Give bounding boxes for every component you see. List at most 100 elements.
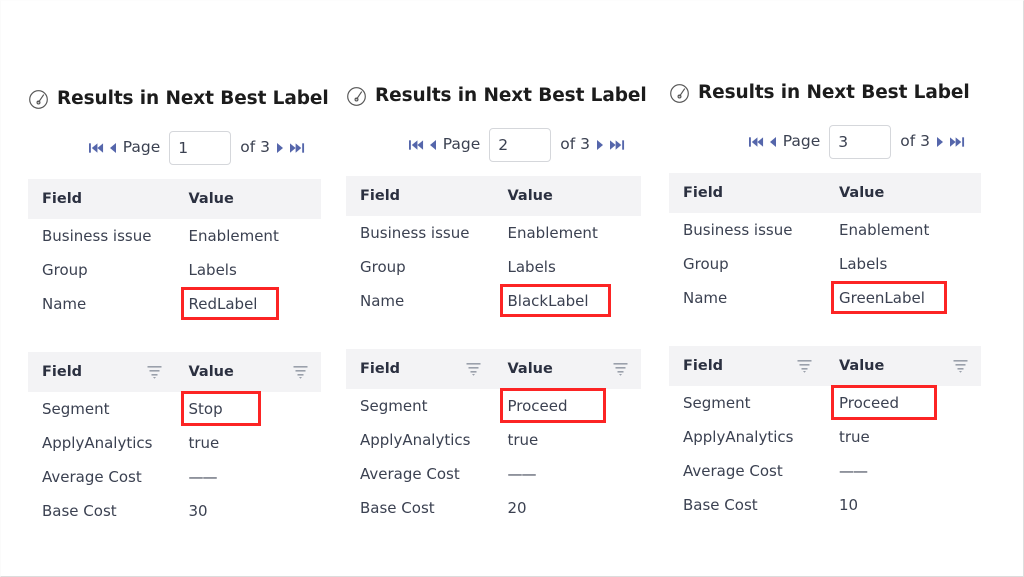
next-page-icon[interactable] bbox=[937, 136, 944, 148]
cell-value: Enablement bbox=[493, 216, 641, 250]
filter-icon[interactable] bbox=[797, 359, 812, 373]
column-header-value[interactable]: Value bbox=[174, 352, 321, 392]
column-header-field[interactable]: Field bbox=[346, 176, 494, 216]
last-page-icon[interactable] bbox=[610, 139, 625, 151]
cell-field: ApplyAnalytics bbox=[346, 423, 494, 457]
table-header-row: Field Value bbox=[346, 176, 641, 216]
filter-icon[interactable] bbox=[293, 365, 308, 379]
cell-field: Base Cost bbox=[346, 491, 494, 525]
table-row: Name BlackLabel bbox=[346, 284, 641, 318]
column-header-value[interactable]: Value bbox=[825, 173, 981, 213]
cell-field: Business issue bbox=[669, 213, 825, 247]
panel-title-text: Results in Next Best Label bbox=[57, 88, 329, 110]
cell-value-highlighted: RedLabel bbox=[174, 287, 321, 321]
column-header-value-label: Value bbox=[507, 361, 553, 377]
panel-title-text: Results in Next Best Label bbox=[698, 82, 970, 104]
page-number-input[interactable] bbox=[829, 125, 892, 159]
cell-field: Name bbox=[346, 284, 494, 318]
column-header-value[interactable]: Value bbox=[493, 349, 641, 389]
cell-value: true bbox=[174, 426, 321, 460]
cell-field: Base Cost bbox=[28, 494, 175, 528]
table-row: Business issue Enablement bbox=[346, 216, 641, 250]
table-row: Business issue Enablement bbox=[669, 213, 981, 247]
next-page-icon[interactable] bbox=[597, 139, 604, 151]
table-row: Group Labels bbox=[669, 247, 981, 281]
column-header-value[interactable]: Value bbox=[493, 176, 641, 216]
details-table-bottom-3: Field Value Segment Proceed ApplyAnalyti… bbox=[669, 346, 981, 522]
cell-field: Segment bbox=[669, 386, 825, 420]
table-row: Average Cost —— bbox=[346, 457, 641, 491]
column-header-field-label: Field bbox=[42, 364, 83, 380]
first-page-icon[interactable] bbox=[748, 136, 764, 148]
previous-page-icon[interactable] bbox=[109, 142, 116, 154]
table-header-row: Field Value bbox=[28, 179, 321, 219]
column-header-value[interactable]: Value bbox=[174, 179, 321, 219]
pagination-2: Page of 3 bbox=[346, 128, 641, 162]
panel-title-3: Results in Next Best Label bbox=[669, 83, 981, 104]
column-header-field[interactable]: Field bbox=[669, 346, 825, 386]
cell-value: —— bbox=[493, 457, 641, 491]
first-page-icon[interactable] bbox=[408, 139, 424, 151]
cell-field: Average Cost bbox=[669, 454, 825, 488]
highlight-box: RedLabel bbox=[180, 287, 280, 320]
gauge-icon bbox=[28, 89, 49, 110]
total-pages-label: of 3 bbox=[560, 135, 590, 154]
cell-field: Name bbox=[28, 287, 175, 321]
panel-title-1: Results in Next Best Label bbox=[28, 89, 329, 110]
table-header-row: Field Value bbox=[669, 346, 981, 386]
screenshot-canvas: Results in Next Best Label Page 1 of 3 F… bbox=[0, 0, 1024, 577]
pagination-1: Page of 3 bbox=[28, 131, 321, 165]
cell-value: 10 bbox=[825, 488, 981, 522]
cell-value-highlighted: Stop bbox=[174, 391, 321, 426]
details-table-top-1: Field Value Business issue Enablement Gr… bbox=[28, 179, 321, 321]
table-row: Group Labels bbox=[28, 253, 321, 287]
page-number-input[interactable] bbox=[169, 131, 232, 165]
results-panel-1: Results in Next Best Label Page 1 of 3 F… bbox=[1, 1, 329, 528]
table-row: ApplyAnalytics true bbox=[346, 423, 641, 457]
column-header-field[interactable]: Field bbox=[346, 349, 494, 389]
table-row: Segment Proceed bbox=[669, 385, 981, 420]
table-row: Base Cost 20 bbox=[346, 491, 641, 525]
filter-icon[interactable] bbox=[147, 365, 162, 379]
cell-value-highlighted: BlackLabel bbox=[493, 284, 641, 318]
previous-page-icon[interactable] bbox=[429, 139, 436, 151]
table-row: Group Labels bbox=[346, 250, 641, 284]
cell-value: 30 bbox=[174, 494, 321, 528]
details-table-bottom-1: Field Value Segment Stop ApplyAnalytics … bbox=[28, 352, 321, 528]
highlight-box: Stop bbox=[180, 391, 261, 426]
cell-field: Group bbox=[28, 253, 175, 287]
previous-page-icon[interactable] bbox=[769, 136, 776, 148]
column-header-value-label: Value bbox=[839, 358, 885, 374]
highlight-box: BlackLabel bbox=[499, 284, 611, 317]
details-table-bottom-2: Field Value Segment Proceed ApplyAnalyti… bbox=[346, 349, 641, 525]
last-page-icon[interactable] bbox=[950, 136, 965, 148]
first-page-icon[interactable] bbox=[88, 142, 104, 154]
column-header-field[interactable]: Field bbox=[669, 173, 825, 213]
column-header-field-label: Field bbox=[360, 361, 401, 377]
cell-field: Segment bbox=[346, 389, 494, 423]
cell-field: Group bbox=[346, 250, 494, 284]
column-header-value[interactable]: Value bbox=[825, 346, 981, 386]
next-page-icon[interactable] bbox=[277, 142, 284, 154]
results-panel-group: Results in Next Best Label Page 1 of 3 F… bbox=[1, 1, 1024, 528]
page-label: Page bbox=[782, 132, 821, 151]
column-header-value-label: Value bbox=[188, 364, 234, 380]
total-pages-label: of 3 bbox=[240, 138, 270, 157]
cell-value: 20 bbox=[493, 491, 641, 525]
column-header-field-label: Field bbox=[683, 358, 724, 374]
table-row: Name GreenLabel bbox=[669, 281, 981, 315]
gauge-icon bbox=[669, 83, 690, 104]
cell-value: true bbox=[493, 423, 641, 457]
table-header-row: Field Value bbox=[28, 352, 321, 392]
page-number-input[interactable] bbox=[489, 128, 552, 162]
pagination-3: Page of 3 bbox=[669, 125, 981, 159]
last-page-icon[interactable] bbox=[290, 142, 305, 154]
filter-icon[interactable] bbox=[953, 359, 968, 373]
filter-icon[interactable] bbox=[466, 362, 481, 376]
table-header-row: Field Value bbox=[669, 173, 981, 213]
column-header-field[interactable]: Field bbox=[28, 352, 175, 392]
table-row: Base Cost 10 bbox=[669, 488, 981, 522]
column-header-field[interactable]: Field bbox=[28, 179, 175, 219]
table-row: Average Cost —— bbox=[669, 454, 981, 488]
filter-icon[interactable] bbox=[613, 362, 628, 376]
